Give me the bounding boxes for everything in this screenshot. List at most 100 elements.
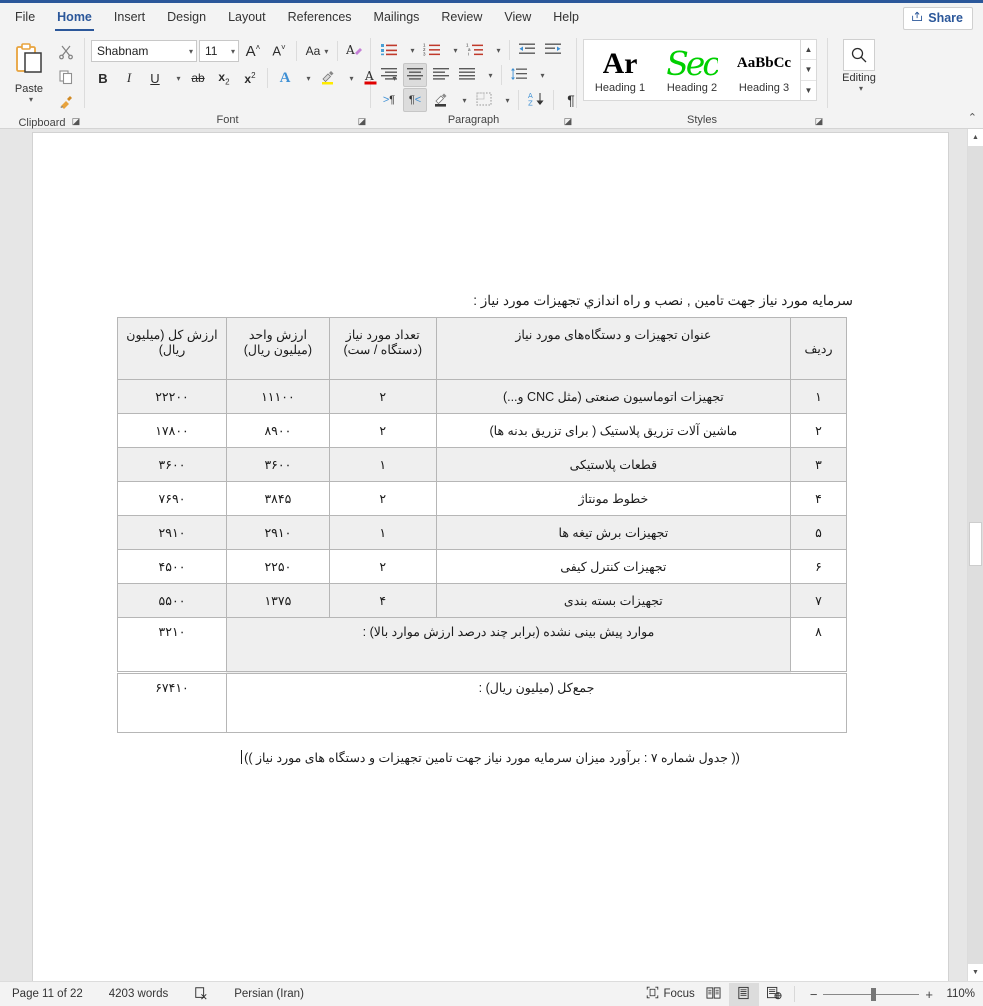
shading-button[interactable] [429, 88, 453, 112]
table-row[interactable]: ۲ ماشین آلات تزریق پلاستیک ( برای تزریق … [117, 413, 847, 448]
paste-button[interactable]: Paste ▾ [6, 38, 52, 104]
superscript-button[interactable]: x2 [238, 66, 262, 90]
tab-help[interactable]: Help [542, 5, 590, 33]
align-left-button[interactable] [429, 63, 453, 87]
tab-layout[interactable]: Layout [217, 5, 277, 33]
more-styles-icon[interactable]: ▼ [801, 79, 816, 100]
multilevel-dropdown[interactable]: ▾ [489, 38, 504, 62]
tab-file[interactable]: File [4, 5, 46, 33]
zoom-slider[interactable]: − + [810, 987, 933, 1002]
highlight-dropdown[interactable]: ▾ [342, 66, 357, 90]
table-row[interactable]: ۱ تجهیزات اتوماسیون صنعتی (مثل CNC و...)… [117, 379, 847, 414]
editing-button[interactable]: Editing ▾ [834, 39, 884, 93]
sort-button[interactable]: AZ [524, 88, 548, 112]
zoom-out-button[interactable]: − [810, 987, 818, 1002]
line-spacing-dropdown[interactable]: ▾ [533, 63, 548, 87]
table-row[interactable]: ۷ تجهیزات بسته بندی ۴ ۱۳۷۵ ۵۵۰۰ [117, 583, 847, 618]
focus-mode-button[interactable]: Focus [642, 986, 698, 1002]
zoom-slider-track[interactable] [823, 987, 920, 1001]
chevron-down-icon[interactable]: ▾ [25, 95, 33, 104]
bold-button[interactable]: B [91, 66, 115, 90]
tab-home[interactable]: Home [46, 5, 103, 33]
cut-button[interactable] [54, 43, 78, 65]
justify-dropdown[interactable]: ▾ [481, 63, 496, 87]
font-dialog-launcher[interactable]: ◪ [356, 115, 368, 127]
print-layout-button[interactable] [728, 982, 759, 1006]
strikethrough-button[interactable]: ab [186, 66, 210, 90]
style-heading-3[interactable]: AaBbCc Heading 3 [728, 40, 800, 100]
table-row-unforeseen[interactable]: ۸ موارد پیش بینی نشده (برابر چند درصد ار… [117, 617, 847, 673]
line-spacing-button[interactable] [507, 63, 531, 87]
ltr-button[interactable]: >¶ [377, 88, 401, 112]
scrollbar-thumb[interactable] [969, 522, 982, 566]
text-effects-button[interactable]: A [273, 66, 297, 90]
copy-button[interactable] [54, 68, 78, 90]
document-canvas[interactable]: سرمایه مورد نیاز جهت تامین , نصب و راه ا… [0, 129, 983, 981]
zoom-level[interactable]: 110% [941, 988, 975, 1000]
style-heading-1[interactable]: Ar Heading 1 [584, 40, 656, 100]
tab-design[interactable]: Design [156, 5, 217, 33]
clear-formatting-button[interactable]: A [343, 39, 367, 63]
shrink-font-button[interactable]: A˅ [267, 39, 291, 63]
scroll-up-arrow-icon[interactable]: ▲ [968, 129, 983, 146]
tab-review[interactable]: Review [430, 5, 493, 33]
borders-button[interactable] [472, 88, 496, 112]
styles-dialog-launcher[interactable]: ◪ [813, 115, 825, 127]
numbering-dropdown[interactable]: ▾ [446, 38, 461, 62]
bullets-dropdown[interactable]: ▾ [403, 38, 418, 62]
multilevel-list-button[interactable]: 1ai [463, 38, 487, 62]
zoom-in-button[interactable]: + [925, 987, 933, 1002]
underline-button[interactable]: U [143, 66, 167, 90]
font-name-combo[interactable]: Shabnam ▾ [91, 40, 197, 62]
table-row-grand-total[interactable]: جمع‌کل (میلیون ریال) : ۶۷۴۱۰ [117, 671, 848, 733]
proofing-errors-button[interactable] [190, 986, 212, 1003]
tab-mailings[interactable]: Mailings [363, 5, 431, 33]
chevron-down-icon[interactable]: ▾ [855, 84, 863, 93]
share-button[interactable]: Share [903, 7, 973, 30]
borders-dropdown[interactable]: ▾ [498, 88, 513, 112]
underline-dropdown[interactable]: ▾ [169, 66, 184, 90]
zoom-slider-thumb[interactable] [871, 987, 877, 1001]
subscript-button[interactable]: x2 [212, 66, 236, 90]
styles-gallery-scrollbar[interactable]: ▲ ▼ ▼ [800, 40, 816, 100]
format-painter-button[interactable] [54, 93, 78, 115]
decrease-indent-button[interactable] [515, 38, 539, 62]
web-layout-button[interactable] [759, 983, 789, 1006]
grow-font-button[interactable]: A˄ [241, 39, 265, 63]
page-indicator[interactable]: Page 11 of 22 [8, 988, 87, 1000]
paragraph-dialog-launcher[interactable]: ◪ [562, 115, 574, 127]
collapse-ribbon-button[interactable]: ⌃ [968, 111, 977, 124]
equipment-investment-table[interactable]: ردیف عنوان تجهیزات و دستگاه‌های مورد نیا… [117, 317, 848, 733]
table-row[interactable]: ۴ خطوط مونتاژ ۲ ۳۸۴۵ ۷۶۹۰ [117, 481, 847, 516]
change-case-button[interactable]: Aa ▾ [302, 39, 332, 63]
tab-insert[interactable]: Insert [103, 5, 156, 33]
numbering-button[interactable]: 123 [420, 38, 444, 62]
font-size-combo[interactable]: 11 ▾ [199, 40, 239, 62]
table-row[interactable]: ۵ تجهیزات برش تیغه ها ۱ ۲۹۱۰ ۲۹۱۰ [117, 515, 847, 550]
tab-references[interactable]: References [277, 5, 363, 33]
style-heading-2[interactable]: Sec Heading 2 [656, 40, 728, 100]
language-indicator[interactable]: Persian (Iran) [230, 988, 308, 1000]
scroll-down-arrow-icon[interactable]: ▼ [968, 964, 983, 981]
italic-button[interactable]: I [117, 66, 141, 90]
align-center-button[interactable] [403, 63, 427, 87]
table-row[interactable]: ۳ قطعات پلاستیکی ۱ ۳۶۰۰ ۳۶۰۰ [117, 447, 847, 482]
styles-gallery[interactable]: Ar Heading 1 Sec Heading 2 AaBbCc Headin… [583, 39, 817, 101]
increase-indent-button[interactable] [541, 38, 565, 62]
justify-button[interactable] [455, 63, 479, 87]
read-mode-button[interactable] [699, 983, 729, 1006]
clipboard-dialog-launcher[interactable]: ◪ [70, 115, 82, 127]
vertical-scrollbar[interactable]: ▲ ▼ [967, 129, 983, 981]
document-page[interactable]: سرمایه مورد نیاز جهت تامین , نصب و راه ا… [33, 133, 948, 981]
text-effects-dropdown[interactable]: ▾ [299, 66, 314, 90]
chevron-down-icon[interactable]: ▼ [801, 59, 816, 79]
text-highlight-button[interactable] [316, 66, 340, 90]
rtl-button[interactable]: ¶< [403, 88, 427, 112]
chevron-up-icon[interactable]: ▲ [801, 40, 816, 59]
shading-dropdown[interactable]: ▾ [455, 88, 470, 112]
align-right-button[interactable] [377, 63, 401, 87]
tab-view[interactable]: View [493, 5, 542, 33]
table-row[interactable]: ۶ تجهیزات کنترل کیفی ۲ ۲۲۵۰ ۴۵۰۰ [117, 549, 847, 584]
bullets-button[interactable] [377, 38, 401, 62]
word-count[interactable]: 4203 words [105, 988, 172, 1000]
